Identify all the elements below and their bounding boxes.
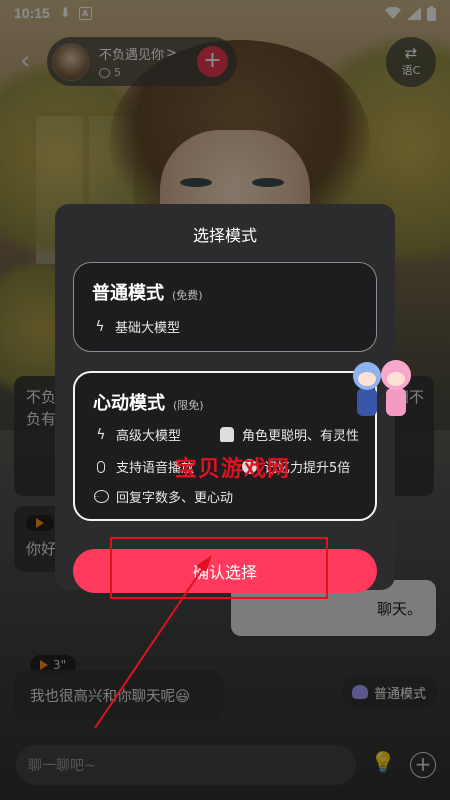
heart-mode-feature: 回复字数多、更心动 — [116, 491, 234, 506]
watermark-text: 宝贝游戏网 — [175, 457, 291, 482]
normal-mode-option[interactable]: 普通模式 (免费) ϟ 基础大模型 — [73, 262, 377, 352]
heart-mode-tag: (限免) — [173, 399, 204, 412]
heart-mode-feature: 角色更聪明、有灵性 — [242, 429, 360, 444]
mode-select-dialog: 选择模式 普通模式 (免费) ϟ 基础大模型 心动模式 (限免) ϟ 高级大模型… — [55, 204, 411, 593]
chibi-couple-sticker — [347, 360, 417, 422]
highlight-box — [110, 537, 328, 599]
heart-mode-name: 心动模式 — [93, 393, 165, 414]
heart-mode-feature: 高级大模型 — [116, 429, 182, 444]
normal-mode-feature: 基础大模型 — [115, 321, 181, 336]
lightning-icon: ϟ — [95, 318, 105, 335]
normal-mode-tag: (免费) — [172, 289, 203, 302]
agent-icon — [219, 427, 235, 443]
heart-mode-option[interactable]: 心动模式 (限免) ϟ 高级大模型 角色更聪明、有灵性 支持语音播放 记忆力提升… — [73, 371, 377, 521]
normal-mode-name: 普通模式 — [92, 283, 164, 304]
microphone-icon — [93, 459, 109, 475]
lightning-icon: ϟ — [96, 426, 106, 443]
smile-chat-icon: ‥ — [93, 489, 109, 505]
dialog-title: 选择模式 — [192, 226, 257, 245]
